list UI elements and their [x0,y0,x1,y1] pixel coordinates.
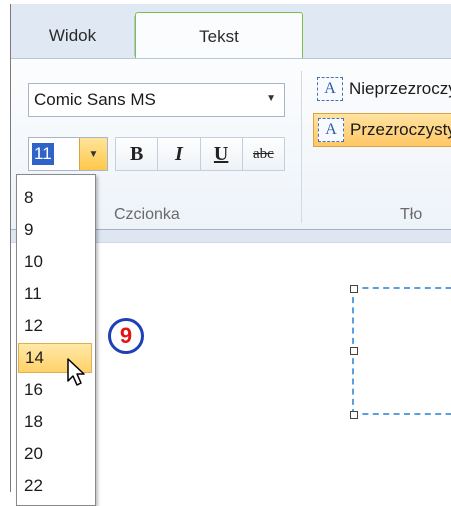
tab-strip: Widok Tekst [11,4,451,60]
font-size-combo[interactable]: 11 ▼ [28,137,108,171]
font-size-dropdown-list[interactable]: 8 9 10 11 12 14 16 18 20 22 [16,174,96,506]
background-option-transparent[interactable]: A Przezroczysty [313,113,451,147]
resize-handle[interactable] [350,347,358,355]
strikethrough-button[interactable]: abc [243,138,284,170]
font-size-dropdown-button[interactable]: ▼ [79,138,107,170]
A-box-icon: A [318,118,344,142]
A-box-icon: A [317,77,343,101]
bold-button[interactable]: B [116,138,159,170]
background-option-opaque[interactable]: A Nieprzezroczysty [313,73,451,105]
group-separator [301,71,302,223]
background-option-label: Nieprzezroczysty [349,79,451,98]
text-box-selection[interactable] [350,285,451,419]
font-family-select[interactable]: Comic Sans MS ▼ [28,83,285,117]
group-label-tlo: Tło [400,206,423,223]
italic-button[interactable]: I [158,138,201,170]
list-item[interactable]: 11 [18,279,92,309]
font-family-value: Comic Sans MS [34,90,156,109]
tab-tekst[interactable]: Tekst [135,12,303,60]
step-number-badge: 9 [108,318,144,354]
format-buttons: B I U abc [115,137,285,171]
list-item[interactable]: 9 [18,215,92,245]
list-item[interactable]: 12 [18,311,92,341]
group-label-czcionka: Czcionka [114,206,180,223]
tab-widok[interactable]: Widok [11,16,135,56]
resize-handle[interactable] [350,411,358,419]
mouse-pointer-icon [67,358,85,386]
list-item[interactable]: 18 [18,407,92,437]
list-item[interactable]: 20 [18,439,92,469]
resize-handle[interactable] [350,285,358,293]
underline-button[interactable]: U [201,138,243,170]
list-item[interactable]: 8 [18,183,92,213]
background-option-label: Przezroczysty [350,120,451,139]
list-item[interactable]: 10 [18,247,92,277]
chevron-down-icon: ▼ [266,93,276,104]
list-item[interactable]: 22 [18,471,92,501]
font-size-value[interactable]: 11 [32,143,54,165]
